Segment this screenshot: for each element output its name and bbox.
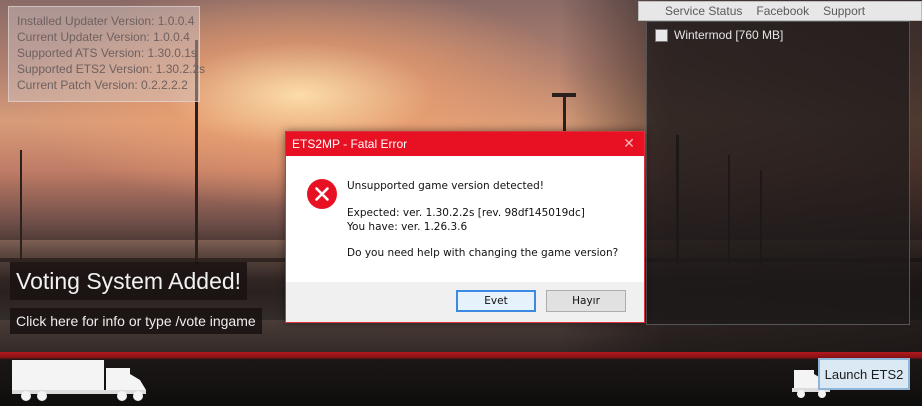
dialog-body: Unsupported game version detected! Expec… [286, 156, 644, 284]
voting-info-link[interactable]: Click here for info or type /vote ingame [10, 308, 262, 334]
mods-panel: Wintermod [760 MB] [646, 21, 910, 325]
wind-turbine [20, 150, 22, 260]
truck-icon [12, 360, 146, 401]
supported-ats-version: Supported ATS Version: 1.30.0.1s [17, 46, 197, 60]
error-circle-x-icon [307, 179, 337, 209]
dialog-footer: Evet Hayır [286, 282, 644, 322]
expected-version: Expected: ver. 1.30.2.2s [rev. 98df14501… [347, 207, 585, 219]
version-info-box: Installed Updater Version: 1.0.0.4 Curre… [8, 6, 206, 102]
current-updater-version: Current Updater Version: 1.0.0.4 [17, 30, 190, 44]
error-message: Unsupported game version detected! [347, 180, 544, 192]
no-button[interactable]: Hayır [546, 290, 626, 312]
current-version: You have: ver. 1.26.3.6 [347, 221, 468, 233]
mod-item[interactable]: Wintermod [760 MB] [655, 28, 909, 42]
voting-title[interactable]: Voting System Added! [10, 262, 248, 300]
supported-ets2-version: Supported ETS2 Version: 1.30.2.2s [17, 62, 206, 76]
installed-updater-version: Installed Updater Version: 1.0.0.4 [17, 14, 195, 28]
current-patch-version: Current Patch Version: 0.2.2.2.2 [17, 78, 188, 92]
service-status-link[interactable]: Service Status [665, 4, 742, 18]
top-menu: Service Status Facebook Support [638, 1, 922, 21]
checkbox-icon[interactable] [655, 28, 668, 42]
mod-label: Wintermod [760 MB] [674, 28, 784, 42]
launch-button[interactable]: Launch ETS2 [818, 358, 910, 390]
close-icon[interactable]: ✕ [614, 132, 644, 156]
facebook-link[interactable]: Facebook [756, 4, 809, 18]
fatal-error-dialog: ETS2MP - Fatal Error ✕ Unsupported game … [285, 131, 645, 323]
yes-button[interactable]: Evet [456, 290, 536, 312]
help-question: Do you need help with changing the game … [347, 247, 619, 259]
dialog-titlebar: ETS2MP - Fatal Error ✕ [286, 132, 644, 156]
support-link[interactable]: Support [823, 4, 865, 18]
dialog-title: ETS2MP - Fatal Error [292, 137, 408, 151]
